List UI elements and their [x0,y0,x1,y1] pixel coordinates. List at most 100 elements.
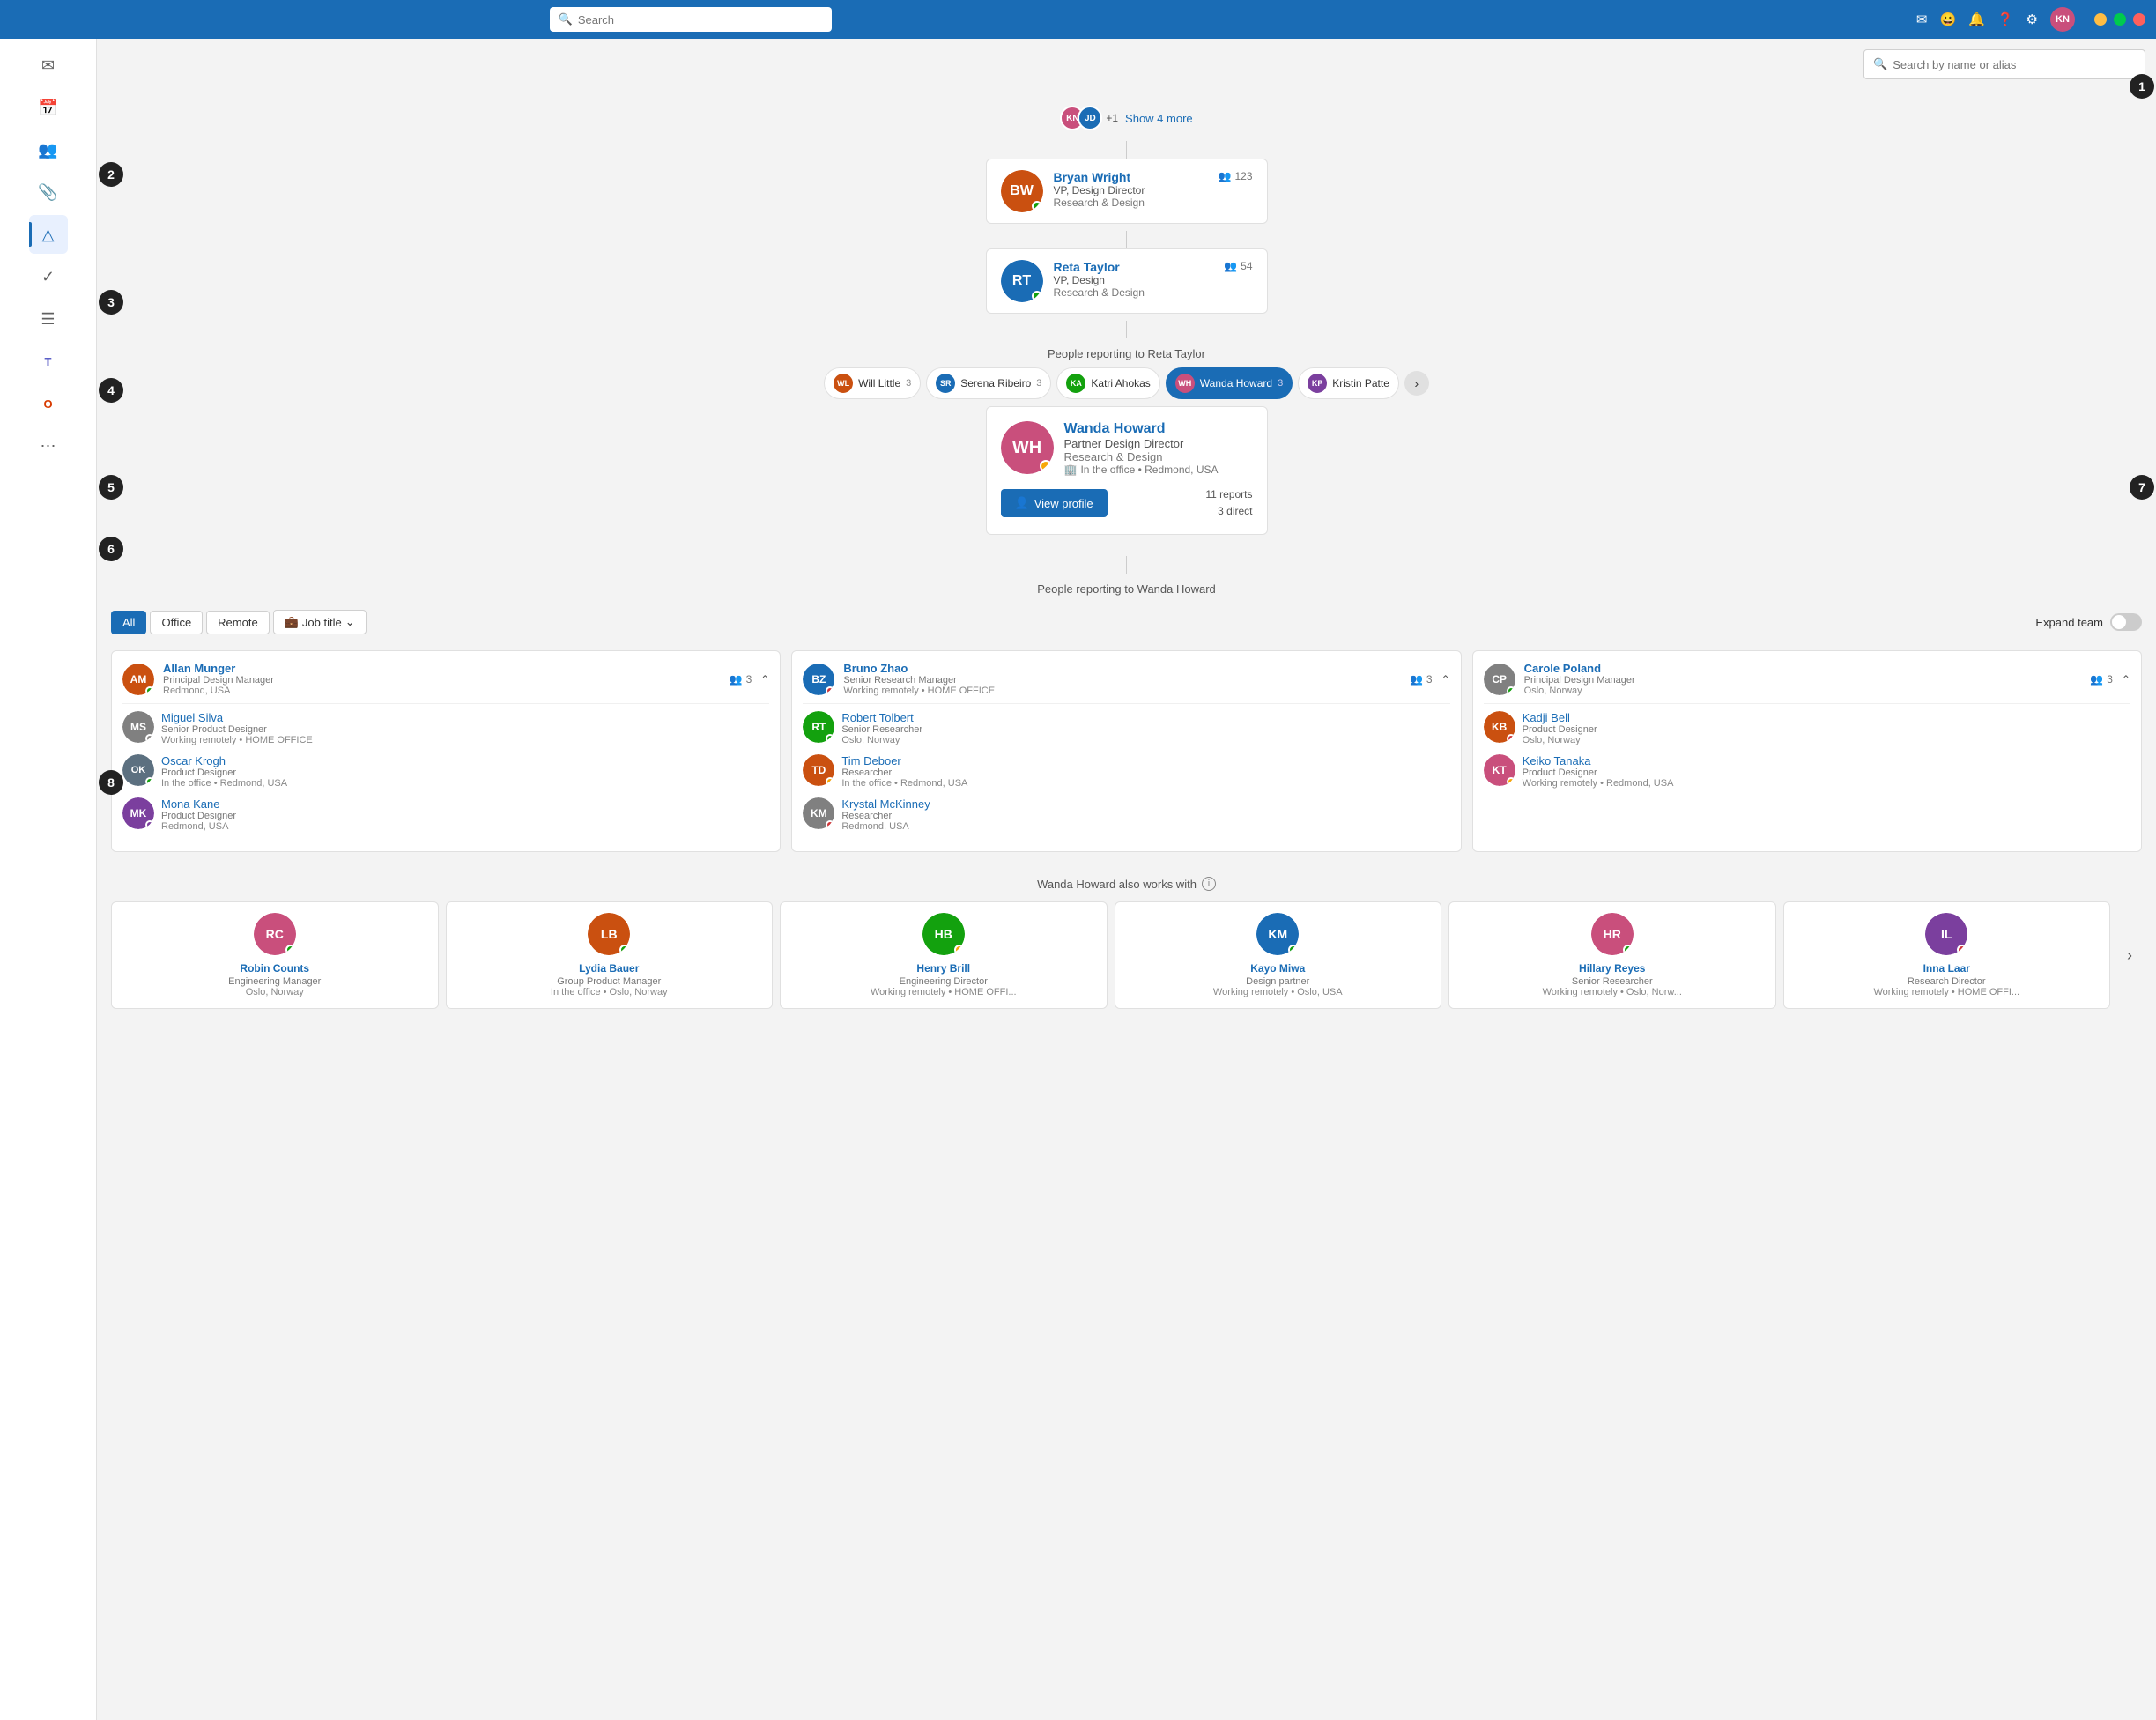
krystal-info: Krystal McKinney Researcher Redmond, USA [841,797,1449,832]
office-icon: 🏢 [1064,463,1078,476]
bruno-reports: 👥 3 [1410,673,1433,686]
kayo-miwa-card[interactable]: KM Kayo Miwa Design partner Working remo… [1115,901,1442,1009]
wanda-dept: Research & Design [1064,450,1253,463]
oscar-krogh-item[interactable]: OK Oscar Krogh Product Designer In the o… [122,754,769,789]
annotation-3: 3 [99,290,123,315]
carole-name: Carole Poland [1524,662,2082,675]
henry-title: Engineering Director [788,976,1100,987]
people-search[interactable]: 🔍 [1863,49,2145,79]
sidebar-icon-people[interactable]: 👥 [29,130,68,169]
bruno-location: Working remotely • HOME OFFICE [843,686,1401,696]
wanda-name: Wanda Howard [1064,421,1253,437]
tab-kristin-patte[interactable]: KP Kristin Patte [1298,367,1399,399]
expand-arrow-3[interactable]: ⌃ [2122,673,2130,686]
filter-office[interactable]: Office [150,611,203,634]
reta-taylor-card[interactable]: RT Reta Taylor VP, Design Research & Des… [986,248,1268,314]
user-avatar[interactable]: KN [2050,7,2075,32]
expand-arrow-2[interactable]: ⌃ [1441,673,1450,686]
henry-name: Henry Brill [788,962,1100,975]
team-column-2: BZ Bruno Zhao Senior Research Manager Wo… [791,650,1461,852]
expand-team-label: Expand team [2035,616,2103,629]
bell-icon[interactable]: 🔔 [1968,11,1985,27]
view-profile-button[interactable]: 👤 View profile [1001,489,1108,517]
filter-remote[interactable]: Remote [206,611,270,634]
titlebar-search-input[interactable] [578,13,823,26]
info-icon[interactable]: i [1202,877,1216,891]
settings-icon[interactable]: ⚙ [2026,11,2038,27]
krystal-mckinney-item[interactable]: KM Krystal McKinney Researcher Redmond, … [803,797,1449,832]
content-area: 1 2 3 4 5 6 7 8 🔍 KN JD +1 [97,39,2156,1720]
bryan-wright-card[interactable]: BW Bryan Wright VP, Design Director Rese… [986,159,1268,224]
mona-kane-item[interactable]: MK Mona Kane Product Designer Redmond, U… [122,797,769,832]
allan-header[interactable]: AM Allan Munger Principal Design Manager… [122,662,769,704]
tab-serena-ribeiro[interactable]: SR Serena Ribeiro 3 [926,367,1051,399]
sidebar-icon-more[interactable]: ⋯ [29,426,68,465]
expand-toggle-switch[interactable] [2110,613,2142,631]
wanda-tab-count: 3 [1278,378,1283,389]
sidebar-icon-office[interactable]: O [29,384,68,423]
bryan-dept: Research & Design [1054,196,1208,209]
robin-counts-card[interactable]: RC Robin Counts Engineering Manager Oslo… [111,901,439,1009]
sidebar-icon-calendar[interactable]: 📅 [29,88,68,127]
inna-laar-card[interactable]: IL Inna Laar Research Director Working r… [1783,901,2111,1009]
show-more-row: KN JD +1 Show 4 more [1060,106,1192,130]
serena-count: 3 [1036,378,1041,389]
reta-status [1032,291,1042,301]
carole-header[interactable]: CP Carole Poland Principal Design Manage… [1484,662,2130,704]
filter-tabs: All Office Remote 💼 Job title ⌄ [111,610,367,634]
filter-all[interactable]: All [111,611,146,634]
show-more-link[interactable]: Show 4 more [1125,112,1193,125]
more-tabs-button[interactable]: › [1404,371,1429,396]
expand-arrow-1[interactable]: ⌃ [760,673,769,686]
connector-4 [1126,556,1127,574]
tab-katri-ahokas[interactable]: KA Katri Ahokas [1056,367,1159,399]
people-icon-2: 👥 [1224,260,1237,272]
team-filter-header: All Office Remote 💼 Job title ⌄ Expand t… [111,603,2142,641]
tab-will-little[interactable]: WL Will Little 3 [824,367,921,399]
hillary-reyes-card[interactable]: HR Hillary Reyes Senior Researcher Worki… [1448,901,1776,1009]
inna-title: Research Director [1791,976,2103,987]
toggle-knob [2112,615,2126,629]
wanda-location: 🏢 In the office • Redmond, USA [1064,463,1253,476]
bruno-name: Bruno Zhao [843,662,1401,675]
maximize-button[interactable] [2114,13,2126,26]
titlebar-search[interactable]: 🔍 [550,7,832,32]
henry-location: Working remotely • HOME OFFI... [788,987,1100,997]
allan-name: Allan Munger [163,662,721,675]
close-button[interactable] [2133,13,2145,26]
keiko-title: Product Designer [1523,767,2130,778]
lydia-bauer-card[interactable]: LB Lydia Bauer Group Product Manager In … [446,901,774,1009]
kadji-bell-item[interactable]: KB Kadji Bell Product Designer Oslo, Nor… [1484,711,2130,745]
henry-brill-card[interactable]: HB Henry Brill Engineering Director Work… [780,901,1108,1009]
sidebar-icon-org[interactable]: △ [29,215,68,254]
robert-tolbert-item[interactable]: RT Robert Tolbert Senior Researcher Oslo… [803,711,1449,745]
will-little-count: 3 [906,378,911,389]
miguel-name: Miguel Silva [161,711,769,724]
miguel-silva-item[interactable]: MS Miguel Silva Senior Product Designer … [122,711,769,745]
keiko-tanaka-item[interactable]: KT Keiko Tanaka Product Designer Working… [1484,754,2130,789]
lydia-avatar: LB [588,913,630,955]
wanda-header: WH Wanda Howard Partner Design Director … [1001,421,1253,476]
oscar-title: Product Designer [161,767,769,778]
sidebar-icon-list[interactable]: ☰ [29,300,68,338]
kadji-title: Product Designer [1523,724,2130,735]
team-grid: AM Allan Munger Principal Design Manager… [111,650,2142,852]
chat-icon[interactable]: ✉ [1916,11,1928,27]
reta-avatar: RT [1001,260,1043,302]
sidebar-icon-teams[interactable]: T [29,342,68,381]
sidebar-icon-mail[interactable]: ✉ [29,46,68,85]
help-icon[interactable]: ❓ [1997,11,2014,27]
minimize-button[interactable] [2094,13,2107,26]
bruno-header[interactable]: BZ Bruno Zhao Senior Research Manager Wo… [803,662,1449,704]
sidebar-icon-tasks[interactable]: ✓ [29,257,68,296]
people-search-input[interactable] [1893,58,2136,71]
tab-wanda-howard[interactable]: WH Wanda Howard 3 [1166,367,1293,399]
window-controls [2094,13,2145,26]
collaborators-next-button[interactable]: › [2117,901,2142,1009]
tim-deboer-item[interactable]: TD Tim Deboer Researcher In the office •… [803,754,1449,789]
tim-info: Tim Deboer Researcher In the office • Re… [841,754,1449,789]
lydia-title: Group Product Manager [454,976,766,987]
sidebar-icon-attachment[interactable]: 📎 [29,173,68,211]
emoji-icon[interactable]: 😀 [1939,11,1956,27]
filter-job-title[interactable]: 💼 Job title ⌄ [273,610,367,634]
